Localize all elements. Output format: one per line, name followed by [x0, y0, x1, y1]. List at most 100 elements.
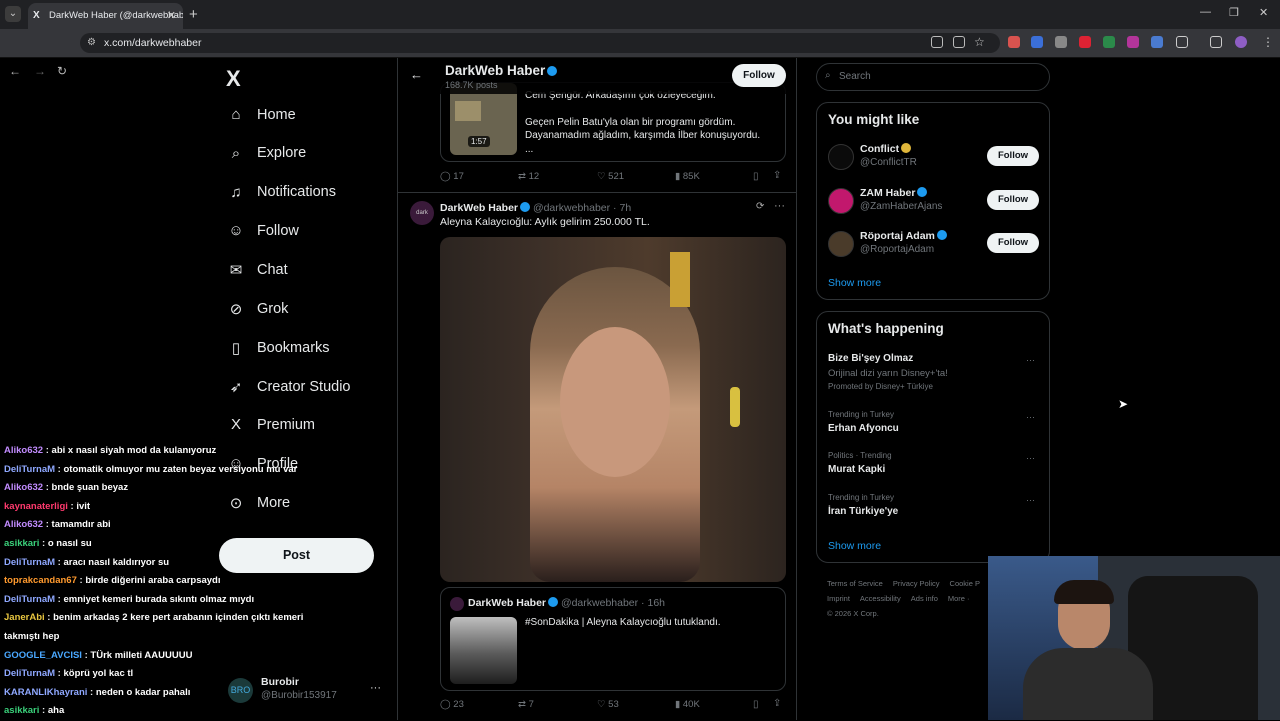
footer-link[interactable]: More · [948, 594, 970, 603]
share-icon[interactable]: ⇪ [773, 698, 781, 709]
chat-message: JanerAbi : benim arkadaş 2 kere pert ara… [4, 609, 344, 628]
show-more-link[interactable]: Show more [828, 277, 881, 289]
media-icon[interactable] [1210, 36, 1222, 48]
tab-title: DarkWeb Haber (@darkwebhaber) [49, 10, 183, 21]
new-tab-icon[interactable]: + [189, 6, 198, 23]
nav-item-grok[interactable]: ⊘ Grok [226, 300, 289, 318]
retweets-action[interactable]: ⇄ 12 [518, 171, 539, 182]
card-title: What's happening [828, 321, 944, 336]
cast-icon[interactable] [953, 36, 965, 48]
x-logo-icon[interactable]: X [226, 66, 241, 92]
minimize-icon[interactable]: — [1200, 6, 1211, 18]
grok-icon[interactable]: ⟳ [756, 201, 764, 212]
follow-button[interactable]: Follow [987, 233, 1039, 253]
nav-item-home[interactable]: ⌂ Home [226, 106, 295, 123]
more-icon[interactable]: ··· [1026, 355, 1035, 365]
bookmark-icon[interactable]: ▯ [753, 171, 759, 182]
footer-link[interactable]: Accessibility [860, 594, 901, 603]
nav-item-bookmarks[interactable]: ▯ Bookmarks [226, 339, 330, 357]
x-premium-icon: X [230, 416, 241, 434]
trend-context: Trending in Turkey [828, 493, 894, 502]
likes-action[interactable]: ♡ 521 [597, 171, 624, 182]
extension-icon[interactable] [1103, 36, 1115, 48]
chat-username: kaynanaterligi [4, 500, 68, 512]
more-icon[interactable]: ··· [1026, 453, 1035, 463]
replies-action[interactable]: ◯ 23 [440, 699, 464, 710]
nav-item-explore[interactable]: ⌕ Explore [226, 145, 306, 162]
follow-button[interactable]: Follow [987, 189, 1039, 210]
follow-button[interactable]: Follow [987, 146, 1039, 166]
profile-avatar-icon[interactable] [1235, 36, 1247, 48]
back-arrow-icon[interactable]: ← [410, 67, 423, 82]
extension-icon[interactable] [1031, 36, 1043, 48]
timeline: ← DarkWeb Haber 168.7K posts Follow 1:57… [397, 58, 797, 720]
search-input[interactable]: ⌕ Search [816, 63, 1050, 91]
nav-label: Grok [257, 301, 289, 317]
quoted-post[interactable]: 1:57 Cem Şengör. Arkadaşımı çok özleyece… [440, 82, 786, 162]
more-icon[interactable]: ··· [370, 682, 381, 694]
search-placeholder: Search [839, 71, 871, 82]
chat-separator: : [43, 482, 52, 494]
footer-link[interactable]: Terms of Service [827, 579, 883, 588]
nav-item-follow[interactable]: ☺ Follow [226, 222, 299, 239]
footer-link[interactable]: Cookie P [950, 579, 980, 588]
stream-chat: Aliko632 : abi x nasıl siyah mod da kula… [4, 442, 344, 721]
extension-icon[interactable] [1055, 36, 1067, 48]
more-icon[interactable]: ··· [1026, 495, 1035, 505]
quoted-post[interactable]: DarkWeb Haber @darkwebhaber · 16h #SonDa… [440, 587, 786, 691]
extension-icon[interactable] [1079, 36, 1091, 48]
replies-action[interactable]: ◯ 17 [440, 171, 464, 182]
browser-tab[interactable]: X DarkWeb Haber (@darkwebhaber) ✕ [28, 3, 183, 29]
search-icon: ⌕ [231, 144, 241, 162]
trend-context: Politics · Trending [828, 451, 892, 460]
likes-action[interactable]: ♡ 53 [597, 699, 619, 710]
post-author: DarkWeb Haber @darkwebhaber · 7h [440, 202, 632, 214]
suggested-user[interactable]: Röportaj Adam @RoportajAdam Follow [828, 230, 1040, 260]
nav-item-notifications[interactable]: ♫ Notifications [226, 184, 336, 201]
nav-item-creator-studio[interactable]: ➶ Creator Studio [226, 378, 351, 396]
puzzle-icon[interactable] [1176, 36, 1188, 48]
avatar[interactable]: dark [410, 201, 434, 225]
forward-icon[interactable]: → [34, 64, 46, 78]
reload-icon[interactable]: ↻ [57, 64, 67, 78]
views-action[interactable]: ▮ 85K [675, 171, 700, 182]
close-window-icon[interactable]: ✕ [1259, 6, 1268, 19]
verified-icon [520, 202, 531, 212]
post-image[interactable] [440, 237, 786, 582]
bookmark-icon[interactable]: ▯ [753, 699, 759, 710]
views-action[interactable]: ▮ 40K [675, 699, 700, 710]
profile-header: ← DarkWeb Haber 168.7K posts Follow [398, 58, 796, 94]
footer-link[interactable]: Privacy Policy [893, 579, 940, 588]
maximize-icon[interactable]: ❐ [1229, 6, 1239, 19]
trend-topic: Erhan Afyoncu [828, 423, 899, 434]
star-icon[interactable]: ☆ [974, 35, 985, 49]
site-info-icon[interactable]: ⚙ [87, 37, 96, 48]
translate-icon[interactable] [931, 36, 943, 48]
follow-button[interactable]: Follow [732, 64, 786, 87]
extension-icon[interactable] [1127, 36, 1139, 48]
share-icon[interactable]: ⇪ [773, 170, 781, 181]
footer-link[interactable]: Imprint [827, 594, 850, 603]
menu-icon[interactable]: ⋮ [1262, 35, 1274, 49]
tab-search-icon[interactable]: ⌄ [5, 6, 21, 22]
chat-username: Aliko632 [4, 519, 44, 531]
back-icon[interactable]: ← [9, 64, 21, 78]
footer-link[interactable]: Ads info [911, 594, 938, 603]
suggested-user[interactable]: ZAM Haber @ZamHaberAjans Follow [828, 186, 1040, 217]
more-icon[interactable]: ··· [774, 200, 785, 212]
extension-icon[interactable] [1151, 36, 1163, 48]
extension-icon[interactable] [1008, 36, 1020, 48]
mail-icon: ✉ [229, 262, 243, 280]
nav-item-premium[interactable]: X Premium [226, 416, 315, 433]
address-bar[interactable] [80, 33, 1000, 53]
post-actions: ◯ 17 ⇄ 12 ♡ 521 ▮ 85K ▯ ⇪ [440, 170, 790, 185]
url-text[interactable]: x.com/darkwebhaber [104, 37, 201, 49]
suggested-user[interactable]: Conflict @ConflictTR Follow [828, 143, 1040, 173]
nav-label: Explore [257, 145, 307, 162]
trend-topic: Murat Kapki [828, 464, 886, 475]
close-icon[interactable]: ✕ [167, 9, 176, 22]
show-more-link[interactable]: Show more [828, 540, 881, 552]
nav-item-chat[interactable]: ✉ Chat [226, 261, 288, 279]
retweets-action[interactable]: ⇄ 7 [518, 699, 534, 710]
more-icon[interactable]: ··· [1026, 412, 1035, 422]
